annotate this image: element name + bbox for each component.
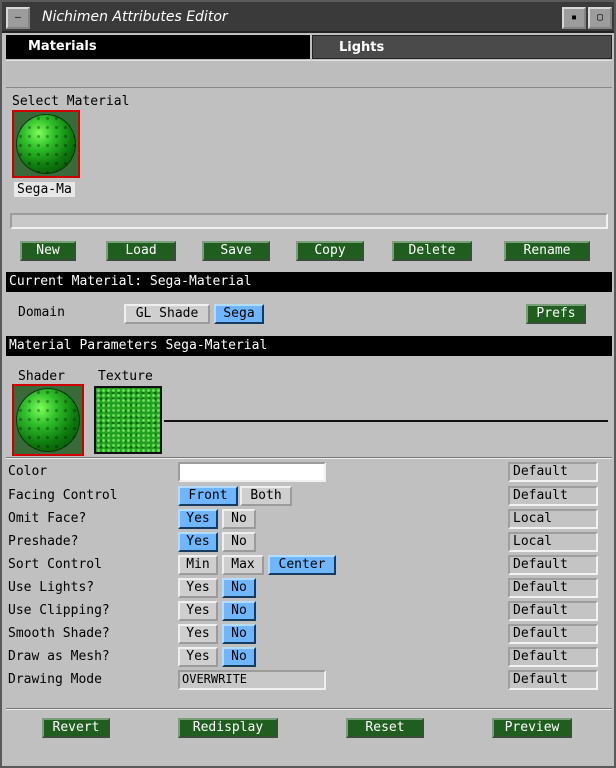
redisplay-button[interactable]: Redisplay — [178, 718, 278, 738]
tab-toolbar-strip — [6, 60, 612, 88]
tab-lights[interactable]: Lights — [312, 35, 612, 59]
parameters-divider — [6, 457, 612, 459]
shader-swatch[interactable] — [12, 384, 84, 456]
save-button[interactable]: Save — [202, 241, 270, 261]
domain-label: Domain — [18, 305, 65, 320]
revert-button[interactable]: Revert — [42, 718, 110, 738]
attributes-editor-window: — Nichimen Attributes Editor ▪ ▢ Materia… — [0, 0, 616, 768]
sort-control-scope[interactable]: Default — [508, 555, 598, 575]
sort-max-option[interactable]: Max — [222, 555, 264, 575]
maximize-icon: ▢ — [596, 12, 604, 23]
smooth-shade-no-option[interactable]: No — [222, 624, 256, 644]
domain-gl-shade-option[interactable]: GL Shade — [124, 304, 210, 324]
prefs-button[interactable]: Prefs — [526, 304, 586, 324]
current-material-header: Current Material: Sega-Material — [6, 272, 612, 292]
facing-both-option[interactable]: Both — [240, 486, 292, 506]
shader-section-rule — [164, 420, 608, 422]
param-label-use-lights: Use Lights? — [8, 580, 95, 595]
window-menu-icon: — — [14, 12, 22, 23]
drawing-mode-field[interactable]: OVERWRITE — [178, 670, 326, 690]
material-swatch-sega[interactable] — [12, 110, 80, 178]
texture-swatch[interactable] — [94, 386, 162, 454]
sort-min-option[interactable]: Min — [178, 555, 218, 575]
draw-mesh-yes-option[interactable]: Yes — [178, 647, 218, 667]
rename-button[interactable]: Rename — [504, 241, 590, 261]
param-label-sort-control: Sort Control — [8, 557, 102, 572]
param-label-facing-control: Facing Control — [8, 488, 118, 503]
use-clipping-no-option[interactable]: No — [222, 601, 256, 621]
param-label-preshade: Preshade? — [8, 534, 79, 549]
param-label-color: Color — [8, 464, 48, 479]
title-bar[interactable]: — Nichimen Attributes Editor ▪ ▢ — [2, 2, 614, 33]
material-scrollbar[interactable] — [10, 213, 608, 229]
domain-sega-option[interactable]: Sega — [214, 304, 264, 324]
draw-as-mesh-scope[interactable]: Default — [508, 647, 598, 667]
tab-materials[interactable]: Materials — [6, 35, 310, 59]
use-lights-yes-option[interactable]: Yes — [178, 578, 218, 598]
new-button[interactable]: New — [20, 241, 76, 261]
param-label-drawing-mode: Drawing Mode — [8, 672, 102, 687]
preview-button[interactable]: Preview — [492, 718, 572, 738]
color-scope[interactable]: Default — [508, 462, 598, 482]
facing-control-scope[interactable]: Default — [508, 486, 598, 506]
use-lights-scope[interactable]: Default — [508, 578, 598, 598]
preshade-yes-option[interactable]: Yes — [178, 532, 218, 552]
minimize-button[interactable]: ▪ — [562, 7, 586, 29]
draw-mesh-no-option[interactable]: No — [222, 647, 256, 667]
param-label-use-clipping: Use Clipping? — [8, 603, 110, 618]
use-lights-no-option[interactable]: No — [222, 578, 256, 598]
omit-face-yes-option[interactable]: Yes — [178, 509, 218, 529]
smooth-shade-scope[interactable]: Default — [508, 624, 598, 644]
param-label-draw-as-mesh: Draw as Mesh? — [8, 649, 110, 664]
param-label-omit-face: Omit Face? — [8, 511, 87, 526]
minimize-icon: ▪ — [570, 12, 578, 23]
footer-divider — [6, 708, 612, 710]
copy-button[interactable]: Copy — [296, 241, 364, 261]
preshade-scope[interactable]: Local — [508, 532, 598, 552]
window-menu-button[interactable]: — — [6, 7, 30, 29]
use-clipping-yes-option[interactable]: Yes — [178, 601, 218, 621]
maximize-button[interactable]: ▢ — [588, 7, 612, 29]
use-clipping-scope[interactable]: Default — [508, 601, 598, 621]
reset-button[interactable]: Reset — [346, 718, 424, 738]
smooth-shade-yes-option[interactable]: Yes — [178, 624, 218, 644]
sort-center-option[interactable]: Center — [268, 555, 336, 575]
delete-button[interactable]: Delete — [392, 241, 472, 261]
shader-label: Shader — [18, 369, 65, 384]
sphere-preview-icon — [16, 114, 76, 174]
color-field[interactable] — [178, 462, 326, 482]
param-label-smooth-shade: Smooth Shade? — [8, 626, 110, 641]
window-title: Nichimen Attributes Editor — [42, 9, 228, 25]
drawing-mode-scope[interactable]: Default — [508, 670, 598, 690]
omit-face-no-option[interactable]: No — [222, 509, 256, 529]
select-material-heading: Select Material — [12, 94, 130, 109]
shader-sphere-icon — [16, 388, 80, 452]
tab-bar: Materials Lights — [6, 35, 612, 59]
material-parameters-header: Material Parameters Sega-Material — [6, 336, 612, 356]
material-swatch-name: Sega-Ma — [14, 182, 75, 197]
omit-face-scope[interactable]: Local — [508, 509, 598, 529]
texture-label: Texture — [98, 369, 153, 384]
load-button[interactable]: Load — [106, 241, 176, 261]
preshade-no-option[interactable]: No — [222, 532, 256, 552]
facing-front-option[interactable]: Front — [178, 486, 238, 506]
